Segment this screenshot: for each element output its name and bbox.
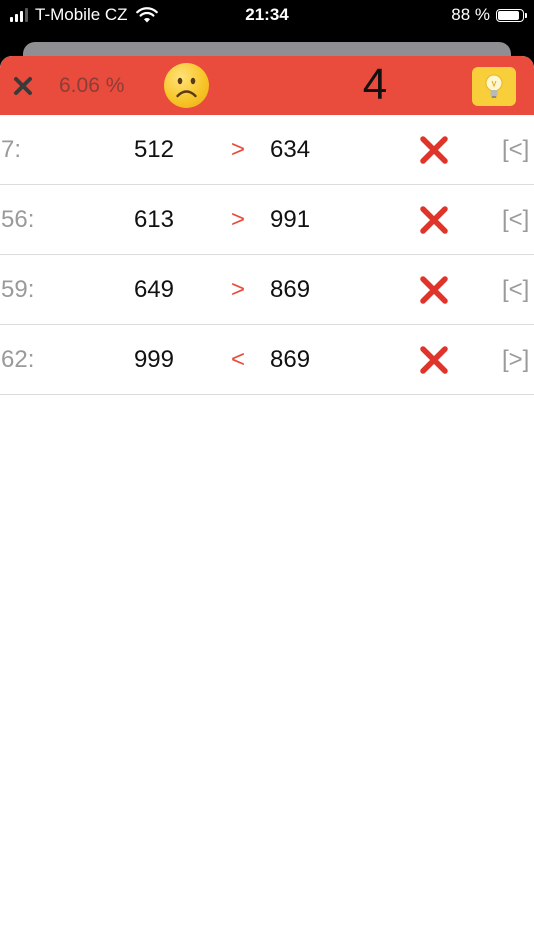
correct-answer: [<] (502, 136, 530, 163)
list-item[interactable]: 56: 613 >991 [<] (0, 185, 534, 255)
hint-button[interactable] (472, 67, 516, 106)
list-item[interactable]: 7: 512 >634 [<] (0, 115, 534, 185)
results-list: 7: 512 >634 [<] 56: 613 >991 [<] 59: 649 >869 [<] 62… (0, 115, 534, 395)
left-number: 512 (133, 136, 174, 163)
right-number: 634 (270, 136, 311, 163)
correct-answer: [>] (502, 346, 530, 373)
left-number: 649 (133, 276, 174, 303)
wrong-x-icon (420, 136, 448, 164)
results-sheet: 6.06 % 4 7: 512 >634 [<] 56: 613 >991 [<] 59: 649… (0, 56, 534, 950)
list-item[interactable]: 62: 999 <869 [>] (0, 325, 534, 395)
battery-percent: 88 % (451, 5, 490, 24)
score-count: 4 (362, 60, 388, 109)
frowning-face-icon (164, 63, 209, 108)
comparison-operator: > (230, 206, 245, 233)
battery-icon (496, 8, 527, 22)
wrong-x-icon (420, 276, 448, 304)
header-bar: 6.06 % 4 (0, 56, 534, 115)
comparison-operator: > (230, 276, 245, 303)
wrong-x-icon (420, 346, 448, 374)
left-number: 613 (133, 206, 174, 233)
status-right: 88 % (451, 5, 527, 25)
right-number: 869 (270, 276, 311, 303)
comparison-operator: < (230, 346, 245, 373)
accuracy-percent: 6.06 % (59, 74, 125, 97)
battery-fill (498, 10, 520, 20)
lightbulb-icon (485, 74, 503, 98)
item-index: 62: (1, 346, 35, 373)
right-number: 869 (270, 346, 311, 373)
list-item[interactable]: 59: 649 >869 [<] (0, 255, 534, 325)
status-bar: T-Mobile CZ 21:34 88 % (0, 0, 534, 32)
comparison-operator: > (230, 136, 245, 163)
item-index: 56: (1, 206, 35, 233)
right-number: 991 (270, 206, 311, 233)
correct-answer: [<] (502, 206, 530, 233)
correct-answer: [<] (502, 276, 530, 303)
wrong-x-icon (420, 206, 448, 234)
item-index: 7: (1, 136, 22, 163)
close-icon[interactable] (11, 74, 35, 98)
item-index: 59: (1, 276, 35, 303)
left-number: 999 (133, 346, 174, 373)
